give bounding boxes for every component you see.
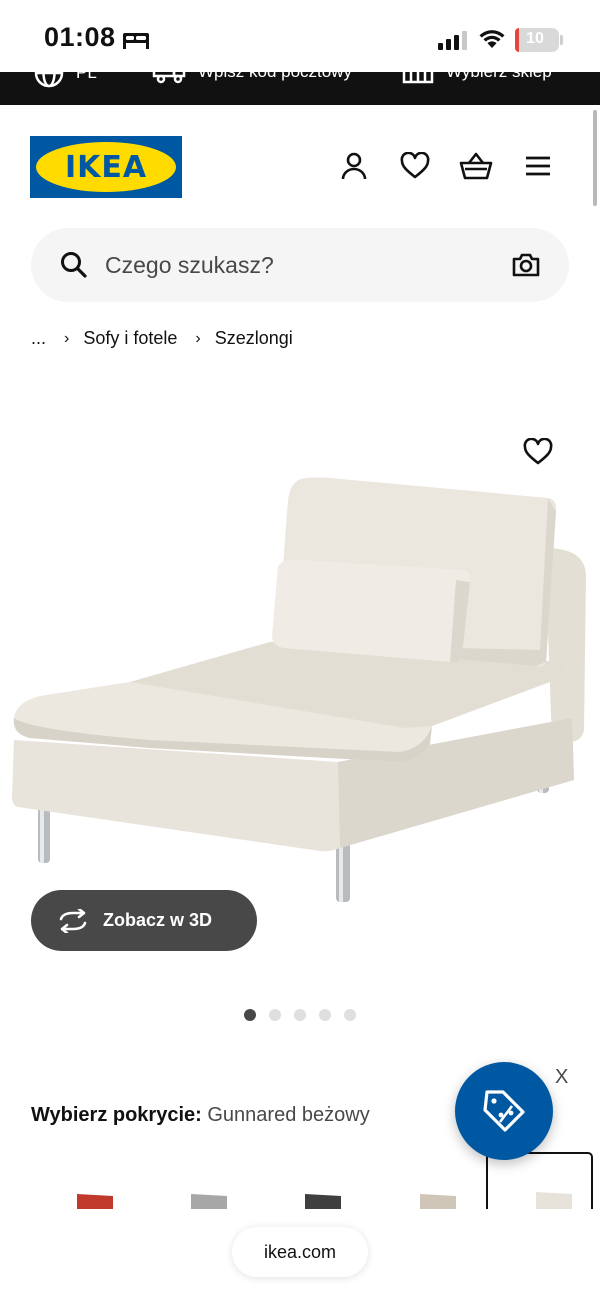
chaise-thumbnail (190, 1194, 227, 1209)
fabric-label: Wybierz pokrycie: (31, 1104, 202, 1126)
user-icon (341, 152, 367, 180)
carousel-dot[interactable] (269, 1009, 281, 1021)
battery-percent: 10 (526, 30, 544, 47)
chaise-thumbnail (535, 1192, 572, 1209)
wifi-icon (479, 30, 505, 48)
account-button[interactable] (336, 148, 372, 184)
heart-icon (400, 152, 430, 179)
image-carousel-dots (244, 1009, 356, 1021)
url-text: ikea.com (263, 1241, 337, 1262)
url-address-pill[interactable]: ikea.com (232, 1227, 368, 1277)
carousel-dot[interactable] (294, 1009, 306, 1021)
search-input[interactable] (105, 242, 485, 288)
carousel-dot[interactable] (344, 1009, 356, 1021)
favourites-button[interactable] (397, 148, 433, 184)
carousel-dot[interactable] (244, 1009, 256, 1021)
add-to-favourites-button[interactable] (520, 434, 556, 470)
page-scrollbar[interactable] (593, 110, 597, 206)
heart-icon (523, 438, 553, 465)
cellular-signal-icon (438, 31, 467, 50)
chevron-right-icon: › (64, 329, 70, 347)
language-selector[interactable]: PL (34, 72, 97, 88)
product-image[interactable] (0, 400, 600, 960)
view-3d-label: Zobacz w 3D (103, 910, 213, 930)
fabric-swatch[interactable] (27, 1152, 134, 1209)
fabric-swatch-selected[interactable] (486, 1152, 593, 1209)
promo-offer-button[interactable] (455, 1062, 553, 1160)
chaise-thumbnail (304, 1194, 341, 1209)
chevron-right-icon: › (195, 329, 201, 347)
store-selector[interactable]: Wybierz sklep (402, 72, 552, 86)
fabric-swatch[interactable] (255, 1152, 362, 1209)
language-label: PL (76, 72, 97, 82)
hamburger-menu-icon (526, 156, 550, 176)
menu-button[interactable] (520, 148, 556, 184)
status-time: 01:08 (44, 22, 116, 52)
ikea-logo[interactable]: IKEA (30, 136, 182, 198)
battery-indicator: 10 (515, 28, 559, 52)
top-utility-bar: PL Wpisz kod pocztowy Wybierz sklep (0, 72, 600, 105)
postcode-label: Wpisz kod pocztowy (198, 72, 352, 82)
basket-button[interactable] (458, 148, 494, 184)
breadcrumb-ellipsis[interactable]: ... (31, 328, 46, 349)
camera-search-icon[interactable] (511, 250, 541, 280)
status-bar: 01:08 10 (0, 0, 600, 72)
carousel-dot[interactable] (319, 1009, 331, 1021)
globe-icon (34, 72, 64, 88)
logo-text: IKEA (64, 149, 148, 185)
delivery-truck-icon (152, 72, 186, 84)
fabric-swatch[interactable] (141, 1152, 248, 1209)
store-icon (402, 72, 434, 84)
fabric-swatch-row (0, 1152, 600, 1209)
breadcrumb-item-chaise-longues[interactable]: Szezlongi (215, 328, 293, 349)
breadcrumb-item-sofas[interactable]: Sofy i fotele (83, 328, 177, 349)
search-icon (61, 252, 87, 278)
view-3d-button[interactable]: Zobacz w 3D (31, 890, 257, 951)
breadcrumb: ... › Sofy i fotele › Szezlongi (31, 328, 293, 349)
discount-tag-icon (483, 1090, 525, 1132)
sleep-mode-icon (123, 33, 149, 49)
fabric-value: Gunnared beżowy (207, 1104, 370, 1126)
browser-bottom-bar: ikea.com (0, 1209, 600, 1297)
chaise-thumbnail (419, 1194, 456, 1209)
chaise-thumbnail (76, 1194, 113, 1209)
rotate-3d-icon (59, 908, 87, 933)
promo-close-button[interactable]: X (555, 1066, 568, 1089)
search-bar[interactable] (31, 228, 569, 302)
fabric-swatch[interactable] (370, 1152, 477, 1209)
store-label: Wybierz sklep (446, 72, 552, 82)
fabric-selector-title: Wybierz pokrycie: Gunnared beżowy (31, 1104, 370, 1127)
shopping-basket-icon (459, 152, 493, 180)
postcode-selector[interactable]: Wpisz kod pocztowy (152, 72, 352, 86)
battery-nub (560, 35, 563, 45)
logo-ellipse: IKEA (36, 142, 176, 192)
